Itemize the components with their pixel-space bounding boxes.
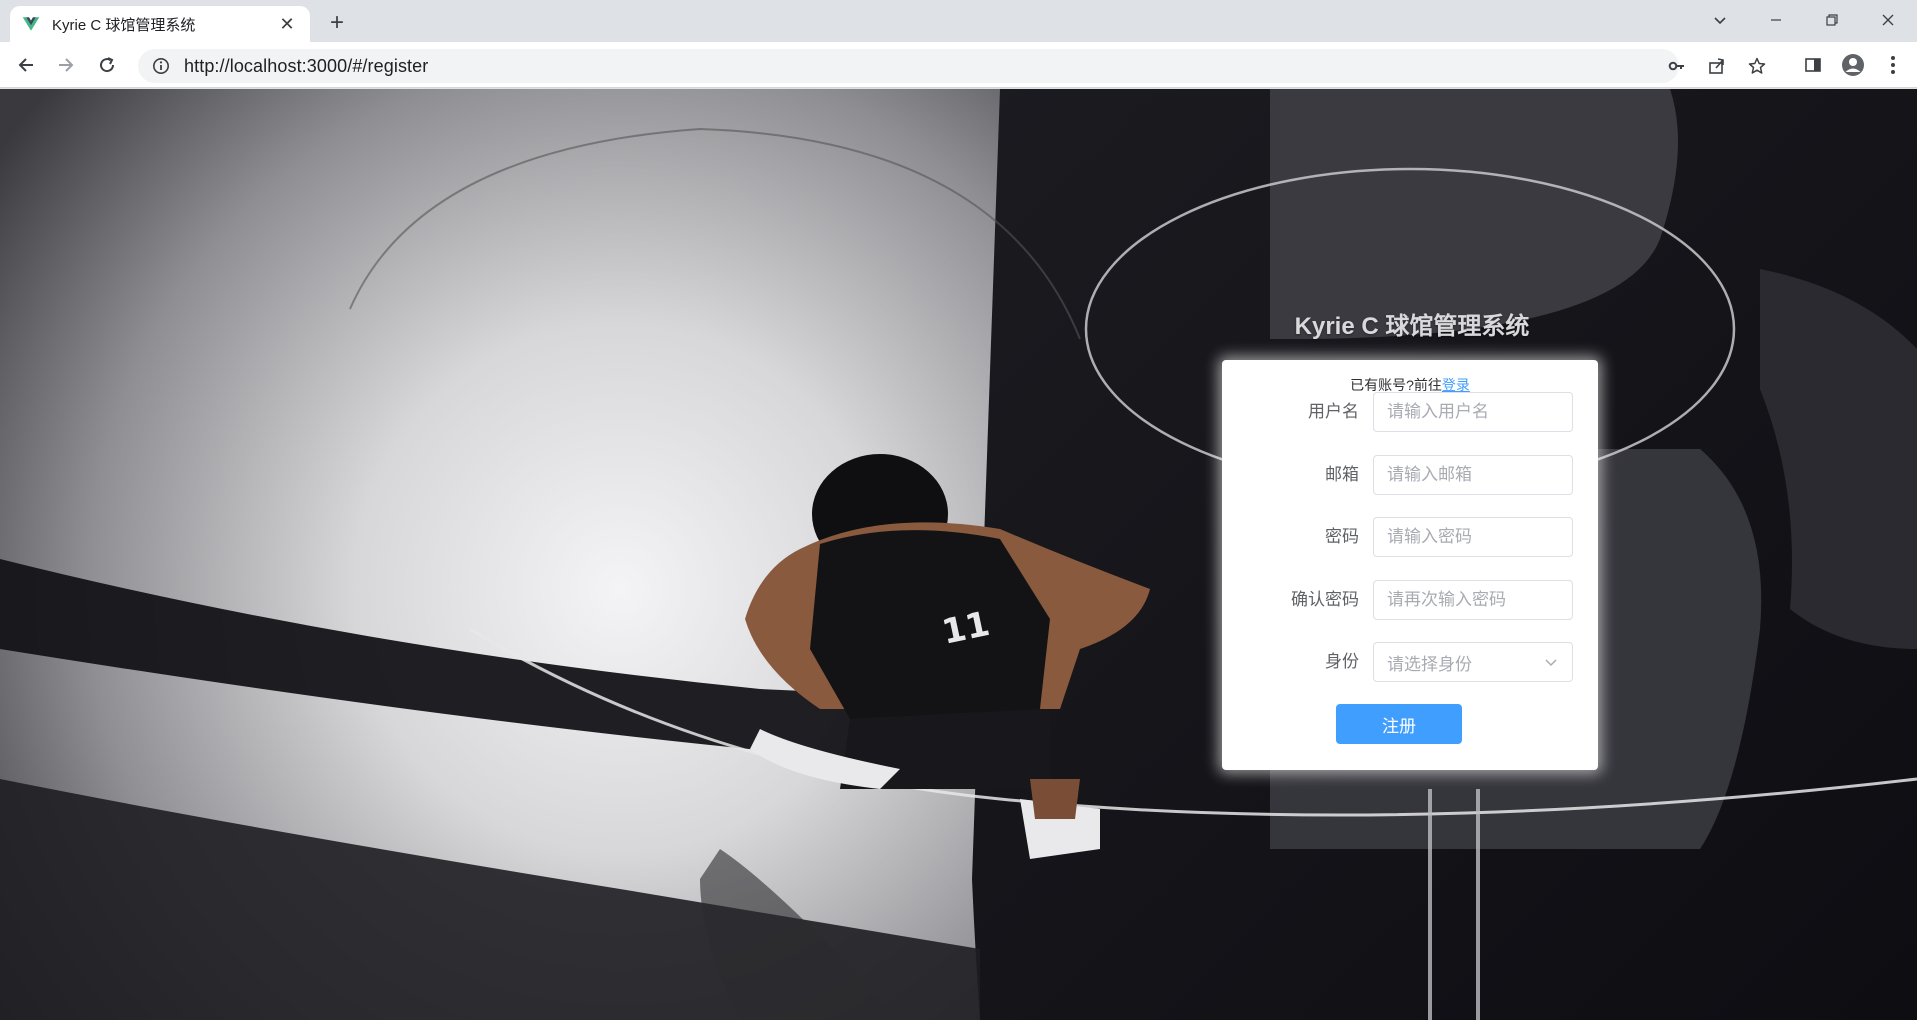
address-bar[interactable]: http://localhost:3000/#/register (138, 49, 1766, 83)
username-input[interactable] (1373, 392, 1573, 432)
forward-icon[interactable] (50, 49, 82, 81)
address-url[interactable]: http://localhost:3000/#/register (184, 56, 428, 77)
tab-search-icon[interactable] (1697, 0, 1743, 40)
page-title: Kyrie C 球馆管理系统 (1294, 313, 1530, 340)
chevron-down-icon (1545, 659, 1557, 667)
new-tab-icon[interactable]: + (322, 8, 352, 38)
email-input[interactable] (1373, 455, 1573, 495)
password-row: 密码 (1222, 517, 1598, 557)
password-key-icon[interactable] (1662, 49, 1692, 83)
vue-logo-icon (22, 17, 40, 31)
login-hint-text: 已有账号?前往 (1350, 377, 1442, 393)
page-viewport: 11 Kyrie C 球馆管理系统 已有账号?前往登录 用户名 邮箱 密码 确认… (0, 89, 1917, 1020)
email-label: 邮箱 (1325, 465, 1359, 484)
tab-title: Kyrie C 球馆管理系统 (52, 16, 196, 34)
close-tab-icon[interactable]: ✕ (276, 13, 298, 35)
bookmark-star-icon[interactable] (1742, 49, 1772, 83)
confirm-password-row: 确认密码 (1222, 580, 1598, 620)
back-icon[interactable] (10, 49, 42, 81)
profile-avatar-icon[interactable] (1837, 49, 1869, 81)
side-panel-icon[interactable] (1797, 49, 1829, 81)
basketball-court-background-image: 11 (0, 89, 1917, 1020)
username-label: 用户名 (1308, 402, 1359, 421)
browser-titlebar: Kyrie C 球馆管理系统 ✕ + (0, 0, 1917, 42)
password-input[interactable] (1373, 517, 1573, 557)
reload-icon[interactable] (91, 49, 123, 81)
role-label: 身份 (1325, 652, 1359, 671)
login-link[interactable]: 登录 (1442, 377, 1470, 393)
email-row: 邮箱 (1222, 455, 1598, 495)
restore-icon[interactable] (1809, 0, 1855, 40)
browser-tab[interactable]: Kyrie C 球馆管理系统 ✕ (10, 6, 310, 42)
browser-toolbar: http://localhost:3000/#/register (0, 42, 1917, 88)
minimize-icon[interactable] (1753, 0, 1799, 40)
role-select[interactable]: 请选择身份 (1373, 642, 1573, 682)
register-card: 已有账号?前往登录 用户名 邮箱 密码 确认密码 身份 请选择身份 注册 (1222, 360, 1598, 770)
close-window-icon[interactable] (1865, 0, 1911, 40)
confirm-password-label: 确认密码 (1291, 590, 1359, 609)
role-row: 身份 请选择身份 (1222, 642, 1598, 682)
role-select-placeholder: 请选择身份 (1387, 654, 1472, 674)
confirm-password-input[interactable] (1373, 580, 1573, 620)
username-row: 用户名 (1222, 392, 1598, 432)
share-icon[interactable] (1702, 49, 1732, 83)
info-icon[interactable] (152, 57, 170, 75)
menu-kebab-icon[interactable] (1877, 49, 1909, 81)
register-button[interactable]: 注册 (1336, 704, 1462, 744)
password-label: 密码 (1325, 527, 1359, 546)
